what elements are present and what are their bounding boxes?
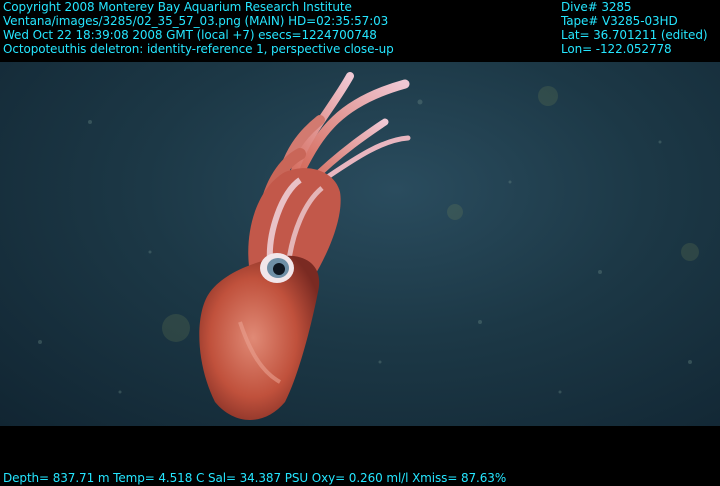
marine-snow (38, 99, 692, 394)
image-path-text: Ventana/images/3285/02_35_57_03.png (MAI… (3, 14, 389, 28)
copyright-text: Copyright 2008 Monterey Bay Aquarium Res… (3, 0, 352, 14)
longitude: Lon= -122.052778 (561, 42, 672, 56)
sensor-readout: Depth= 837.71 m Temp= 4.518 C Sal= 34.38… (3, 471, 507, 485)
squid-eye (260, 253, 294, 283)
latitude: Lat= 36.701211 (edited) (561, 28, 708, 42)
underwater-photo (0, 62, 720, 426)
datetime-text: Wed Oct 22 18:39:08 2008 GMT (local +7) … (3, 28, 377, 42)
squid-mantle (199, 255, 320, 420)
squid-image (38, 72, 699, 420)
annotation-text: Octopoteuthis deletron: identity-referen… (3, 42, 394, 56)
dive-number: Dive# 3285 (561, 0, 632, 14)
tape-number: Tape# V3285-03HD (561, 14, 678, 28)
